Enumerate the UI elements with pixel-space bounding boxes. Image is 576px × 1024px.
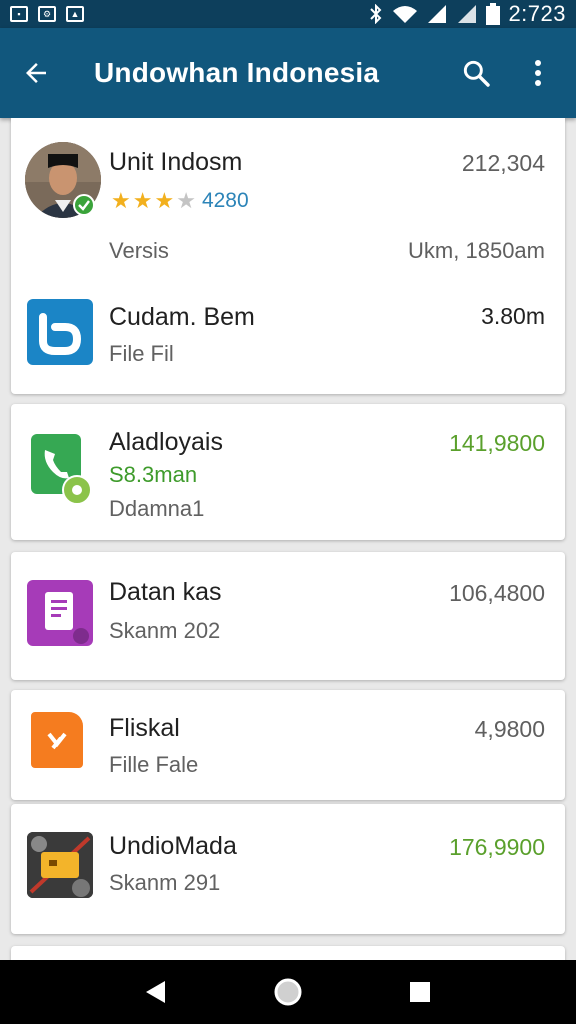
item-name: Aladloyais (109, 428, 223, 456)
star-icon: ★ (111, 188, 131, 213)
folder-tag-icon (47, 732, 67, 750)
nav-back-button[interactable] (126, 962, 186, 1022)
overflow-menu-button[interactable] (516, 51, 560, 95)
notification-icons: ▪ ⚙ ▲ (10, 6, 84, 22)
nav-home-button[interactable] (258, 962, 318, 1022)
item-name: Cudam. Bem (109, 303, 255, 331)
item-name: Unit Indosm (109, 148, 243, 176)
item-value: 106,4800 (449, 580, 545, 606)
verified-badge-icon (73, 194, 95, 216)
image-notification-icon: ▪ (10, 6, 28, 22)
item-value: 176,9900 (449, 834, 545, 860)
status-time: 2:723 (508, 1, 566, 26)
item-value: 4,9800 (474, 716, 545, 742)
item-name: Datan kas (109, 578, 222, 606)
back-arrow-icon (26, 63, 46, 83)
star-icon: ★ (154, 188, 175, 213)
list-card[interactable]: Unit Indosm 212,304 ★ ★ ★ ★ 4280 Versis … (11, 118, 565, 394)
home-nav-icon (274, 978, 302, 1006)
item-name: UndioMada (109, 832, 237, 860)
item-version-label: Versis (109, 238, 169, 263)
rating-count: 4280 (201, 189, 249, 212)
item-value: 141,9800 (449, 430, 545, 456)
item-value: 3.80m (481, 303, 545, 329)
item-subtitle: Skanm 202 (109, 618, 221, 643)
list-card[interactable]: Fliskal 4,9800 Fille Fale (11, 690, 565, 800)
back-button[interactable] (14, 51, 58, 95)
list-card[interactable]: Aladloyais 141,9800 S8.3man Ddamna1 (11, 404, 565, 540)
item-name: Fliskal (109, 714, 180, 742)
system-icons: 2:723 (368, 1, 566, 27)
search-icon (463, 60, 490, 87)
signal-2-icon (458, 5, 477, 23)
app-icon (27, 580, 93, 646)
back-nav-icon (146, 981, 165, 1003)
app-icon (27, 832, 93, 898)
wifi-icon (393, 6, 418, 23)
recents-nav-icon (410, 982, 430, 1002)
signal-icon (428, 5, 447, 23)
bluetooth-icon (370, 4, 382, 24)
page-title: Undowhan Indonesia (94, 57, 380, 88)
app-list: Unit Indosm 212,304 ★ ★ ★ ★ 4280 Versis … (0, 118, 576, 960)
gallery-notification-icon: ▲ (66, 6, 84, 22)
search-button[interactable] (454, 51, 498, 95)
app-icon (31, 712, 83, 768)
list-card[interactable] (11, 946, 565, 960)
sync-badge-icon (62, 475, 92, 505)
rating: ★ ★ ★ ★ 4280 (111, 188, 249, 214)
item-subtitle: Skanm 291 (109, 870, 221, 895)
item-status: S8.3man (109, 462, 198, 487)
star-icon: ★ (132, 188, 153, 213)
list-item[interactable]: Unit Indosm 212,304 ★ ★ ★ ★ 4280 Versis … (11, 118, 565, 278)
media-app-icon (27, 832, 93, 898)
list-item[interactable]: Cudam. Bem 3.80m File Fil (11, 283, 565, 393)
more-vert-icon (535, 60, 541, 86)
item-subtitle: Fille Fale (109, 752, 199, 777)
item-subtitle: Ddamna1 (109, 496, 205, 521)
item-value: 212,304 (461, 150, 545, 176)
list-card[interactable]: UndioMada 176,9900 Skanm 291 (11, 804, 565, 934)
app-icon (27, 299, 93, 365)
app-bar: Undowhan Indonesia (0, 28, 576, 118)
system-nav-bar (0, 960, 576, 1024)
status-bar: ▪ ⚙ ▲ 2:723 (0, 0, 576, 28)
app-logo-icon (39, 313, 82, 355)
battery-icon (486, 3, 501, 25)
settings-notification-icon: ⚙ (38, 6, 56, 22)
nav-recents-button[interactable] (390, 962, 450, 1022)
document-icon (45, 592, 89, 644)
item-subtitle: File Fil (109, 341, 174, 366)
list-card[interactable]: Datan kas 106,4800 Skanm 202 (11, 552, 565, 680)
star-empty-icon: ★ (176, 188, 196, 213)
item-version-value: Ukm, 1850am (408, 238, 545, 263)
